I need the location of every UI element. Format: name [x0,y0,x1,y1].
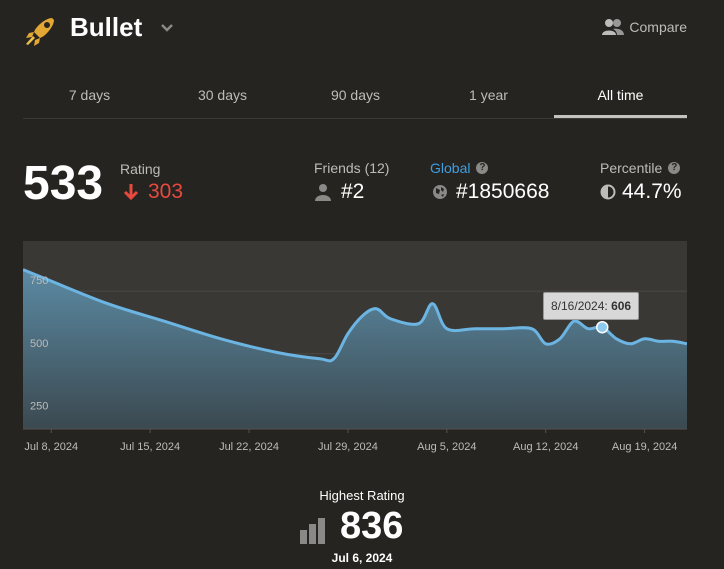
compare-button[interactable]: Compare [602,18,687,36]
percentile-label-wrap: Percentile ? [600,160,681,176]
person-icon [315,184,331,201]
x-tick-label: Jul 8, 2024 [24,441,78,453]
x-tick-label: Jul 22, 2024 [219,441,279,453]
tooltip-date: 8/16/2024: [551,299,608,313]
global-rank: #1850668 [432,180,549,204]
tab-30-days[interactable]: 30 days [156,76,289,116]
rating-change-value: 303 [148,180,184,203]
highest-rating-date: Jul 6, 2024 [331,551,393,565]
rating-label: Rating [120,161,161,177]
bar-chart-icon [300,518,325,544]
tooltip-value: 606 [611,299,632,313]
global-rank-value: #1850668 [456,180,550,203]
x-tick-label: Aug 5, 2024 [417,441,476,453]
page-title[interactable]: Bullet [70,12,142,43]
tab-1-year[interactable]: 1 year [422,76,555,116]
x-tick-label: Jul 15, 2024 [120,441,180,453]
bullet-rocket-icon [26,18,54,46]
x-tick-label: Jul 29, 2024 [318,441,378,453]
chevron-down-icon[interactable] [160,20,174,34]
highest-rating-value: 836 [340,505,404,547]
current-rating: 533 [23,157,104,210]
y-tick-label: 500 [30,338,48,350]
rating-change: 303 [122,180,183,204]
global-label-wrap[interactable]: Global ? [430,160,489,176]
rating-chart[interactable]: 750 500 250 Jul 8, 2024 Jul 15, 2024 Jul 22,… [23,241,687,463]
globe-icon [433,185,447,199]
y-tick-label: 750 [30,275,48,287]
global-label: Global [430,160,471,176]
people-icon [602,19,625,35]
help-icon[interactable]: ? [668,162,681,174]
tab-7-days[interactable]: 7 days [23,76,156,116]
compare-label: Compare [629,19,687,35]
chart-tooltip: 8/16/2024: 606 [543,292,640,320]
friends-rank-value: #2 [341,180,365,203]
percentile-value: 44.7% [622,180,682,203]
help-icon[interactable]: ? [476,162,489,174]
x-tick-label: Aug 12, 2024 [513,441,578,453]
friends-rank: #2 [315,180,364,204]
percentile-label: Percentile [600,160,663,176]
arrow-down-icon [123,184,139,201]
x-tick-label: Aug 19, 2024 [612,441,677,453]
tab-90-days[interactable]: 90 days [289,76,422,116]
half-circle-icon [600,184,616,200]
y-tick-label: 250 [30,400,48,412]
highlight-point[interactable] [595,320,609,334]
time-range-tabs: 7 days 30 days 90 days 1 year All time [23,76,687,119]
friends-label[interactable]: Friends (12) [314,160,389,176]
tab-all-time[interactable]: All time [554,76,687,118]
percentile: 44.7% [600,180,682,204]
highest-rating-label: Highest Rating [319,488,405,503]
